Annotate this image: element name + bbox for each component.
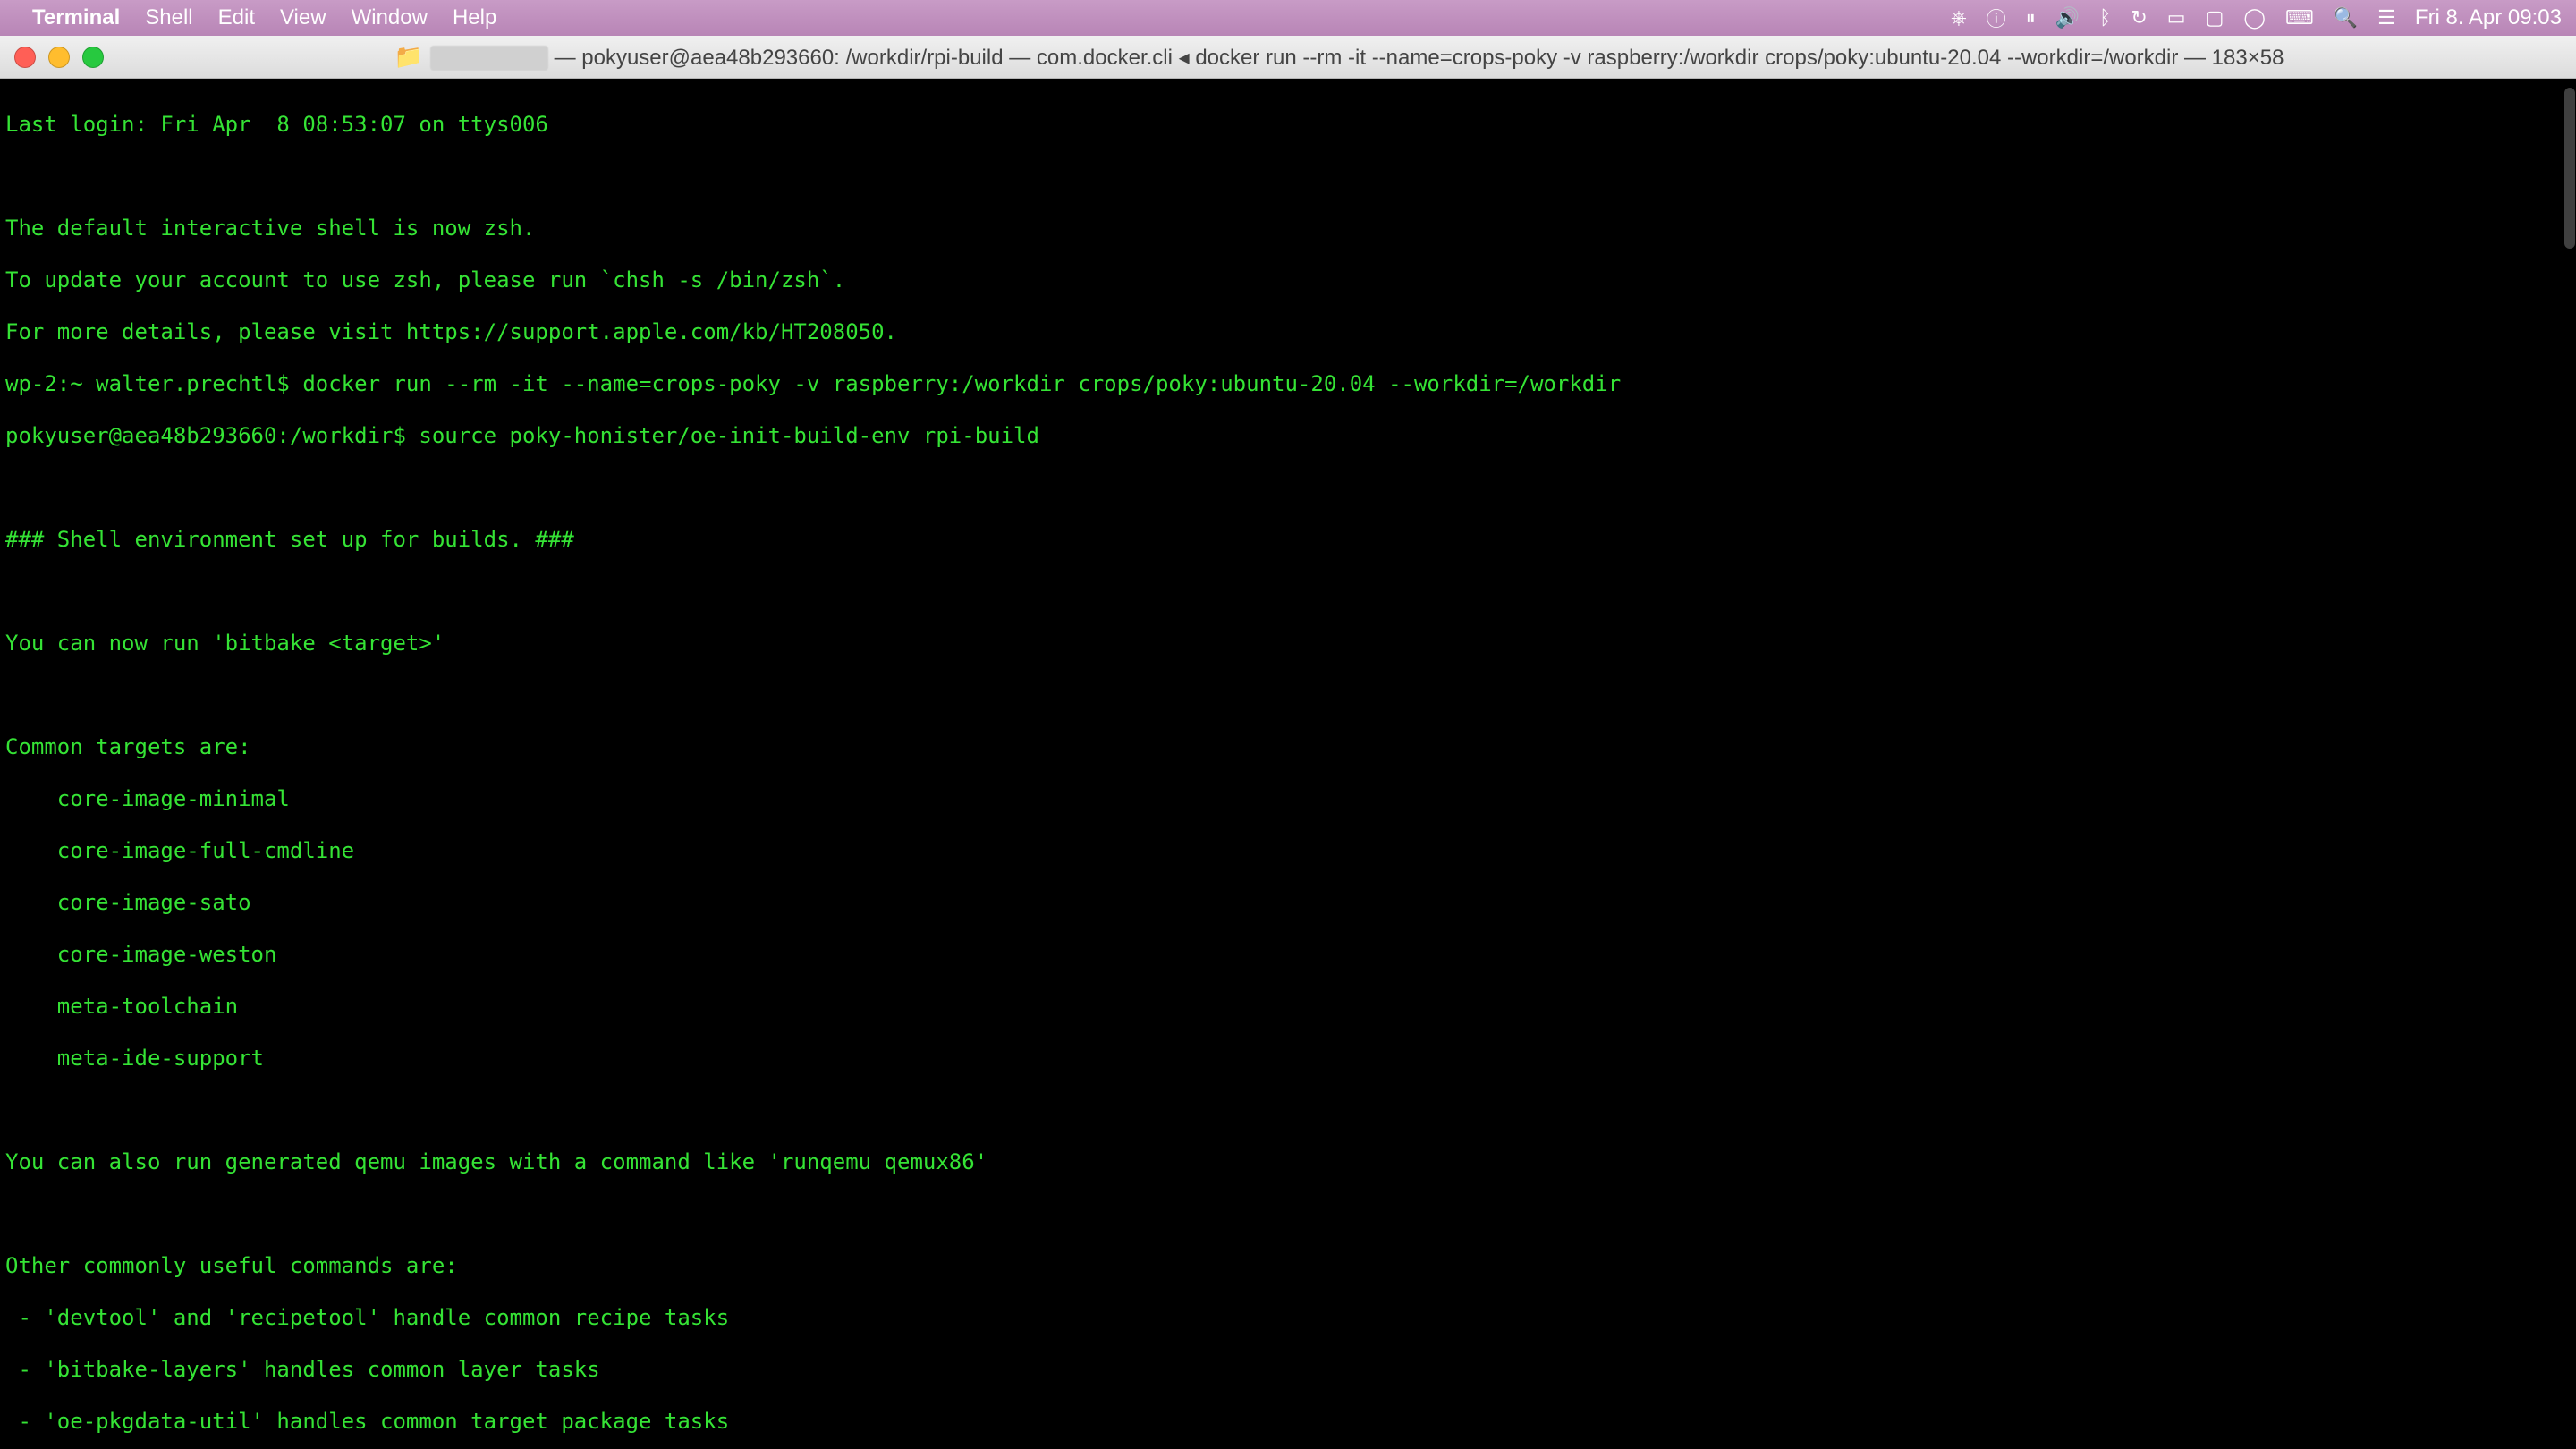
info-status-icon[interactable]: ⓘ bbox=[1987, 4, 2006, 32]
folder-icon: 📁 bbox=[394, 43, 423, 70]
title-text: — pokyuser@aea48b293660: /workdir/rpi-bu… bbox=[548, 46, 2284, 70]
app-name[interactable]: Terminal bbox=[32, 5, 120, 30]
terminal-scrollbar[interactable] bbox=[2563, 79, 2576, 1449]
terminal-line: meta-ide-support bbox=[5, 1046, 2571, 1072]
terminal-line: - 'oe-pkgdata-util' handles common targe… bbox=[5, 1409, 2571, 1435]
terminal-body[interactable]: Last login: Fri Apr 8 08:53:07 on ttys00… bbox=[0, 79, 2576, 1449]
terminal-line: - 'devtool' and 'recipetool' handle comm… bbox=[5, 1305, 2571, 1331]
docker-status-icon[interactable]: ⎈ bbox=[1951, 6, 1967, 30]
terminal-line: For more details, please visit https://s… bbox=[5, 319, 2571, 345]
macos-menubar: Terminal Shell Edit View Window Help ⎈ ⓘ… bbox=[0, 0, 2576, 36]
terminal-line: Last login: Fri Apr 8 08:53:07 on ttys00… bbox=[5, 112, 2571, 138]
terminal-line: - 'bitbake-layers' handles common layer … bbox=[5, 1357, 2571, 1383]
user-status-icon[interactable]: ◯ bbox=[2243, 6, 2266, 30]
keyboard-status-icon[interactable]: ⌨ bbox=[2285, 6, 2314, 30]
zoom-window-button[interactable] bbox=[82, 47, 104, 68]
minimize-window-button[interactable] bbox=[48, 47, 70, 68]
terminal-line: core-image-sato bbox=[5, 890, 2571, 916]
terminal-line: meta-toolchain bbox=[5, 994, 2571, 1020]
terminal-line: You can also run generated qemu images w… bbox=[5, 1149, 2571, 1175]
timemachine-status-icon[interactable]: ↻ bbox=[2131, 6, 2147, 30]
terminal-line: core-image-full-cmdline bbox=[5, 838, 2571, 864]
spotlight-icon[interactable]: 🔍 bbox=[2334, 6, 2358, 30]
terminal-line: The default interactive shell is now zsh… bbox=[5, 216, 2571, 242]
redacted-host: xxxxxxxxxx bbox=[430, 46, 548, 71]
control-center-icon[interactable]: ☰ bbox=[2377, 6, 2395, 30]
terminal-titlebar: 📁 xxxxxxxxxx — pokyuser@aea48b293660: /wo… bbox=[0, 36, 2576, 79]
close-window-button[interactable] bbox=[14, 47, 36, 68]
menu-help[interactable]: Help bbox=[453, 5, 496, 30]
menu-window[interactable]: Window bbox=[352, 5, 428, 30]
terminal-line: You can now run 'bitbake <target>' bbox=[5, 631, 2571, 657]
menubar-datetime[interactable]: Fri 8. Apr 09:03 bbox=[2415, 5, 2562, 30]
window-title: 📁 xxxxxxxxxx — pokyuser@aea48b293660: /wo… bbox=[116, 43, 2562, 71]
terminal-line: core-image-weston bbox=[5, 942, 2571, 968]
pause-status-icon[interactable]: ⏸ bbox=[2026, 6, 2036, 30]
menu-shell[interactable]: Shell bbox=[145, 5, 192, 30]
bluetooth-status-icon[interactable]: ᛒ bbox=[2099, 6, 2111, 30]
window-controls bbox=[14, 47, 104, 68]
terminal-line: Other commonly useful commands are: bbox=[5, 1253, 2571, 1279]
menu-edit[interactable]: Edit bbox=[218, 5, 255, 30]
terminal-line: Common targets are: bbox=[5, 734, 2571, 760]
terminal-line: pokyuser@aea48b293660:/workdir$ source p… bbox=[5, 423, 2571, 449]
menu-view[interactable]: View bbox=[280, 5, 326, 30]
terminal-line: core-image-minimal bbox=[5, 786, 2571, 812]
volume-status-icon[interactable]: 🔊 bbox=[2055, 6, 2080, 30]
terminal-line: wp-2:~ walter.prechtl$ docker run --rm -… bbox=[5, 371, 2571, 397]
terminal-line: ### Shell environment set up for builds.… bbox=[5, 527, 2571, 553]
display-status-icon[interactable]: ▢ bbox=[2206, 6, 2224, 30]
terminal-line: To update your account to use zsh, pleas… bbox=[5, 267, 2571, 293]
calendar-status-icon[interactable]: ▭ bbox=[2167, 6, 2186, 30]
scrollbar-thumb[interactable] bbox=[2564, 88, 2575, 249]
